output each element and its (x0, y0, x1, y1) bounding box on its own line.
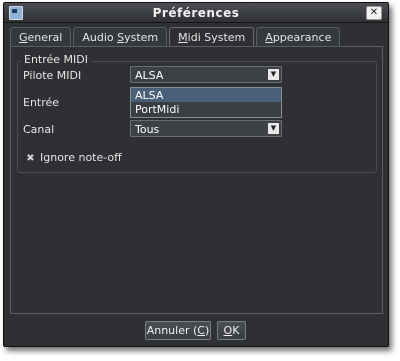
driver-option-alsa[interactable]: ALSA (131, 88, 281, 102)
chevron-down-icon: ▼ (268, 69, 279, 80)
tab-audio-post: ystem (124, 31, 159, 44)
ignore-noteoff-checkbox[interactable]: ✖ (26, 154, 35, 164)
ok-key: O (223, 324, 233, 337)
driver-select[interactable]: ALSA ▼ (130, 66, 282, 83)
window-title: Préférences (152, 6, 240, 20)
channel-select[interactable]: Tous ▼ (130, 120, 282, 137)
channel-label: Canal (23, 123, 55, 136)
close-button[interactable]: ✕ (366, 6, 382, 20)
tab-general-key: G (19, 31, 28, 44)
driver-select-value: ALSA (135, 69, 164, 82)
driver-dropdown-list: ALSA PortMidi (130, 87, 282, 118)
ignore-noteoff-label: Ignore note-off (40, 151, 122, 164)
cancel-key: C (197, 324, 205, 337)
driver-option-portmidi[interactable]: PortMidi (131, 102, 281, 116)
ok-post: K (232, 324, 240, 337)
tab-appearance-post: ppearance (272, 31, 332, 44)
driver-label: Pilote MIDI (23, 69, 82, 82)
tab-audio-system[interactable]: Audio System (73, 27, 168, 46)
input-label: Entrée (23, 96, 60, 109)
close-icon: ✕ (369, 7, 379, 18)
tab-midi-key: M (178, 31, 188, 44)
channel-select-value: Tous (135, 123, 160, 136)
tab-appearance-key: A (265, 31, 273, 44)
chevron-down-icon: ▼ (268, 123, 279, 134)
cancel-post: ) (204, 324, 210, 337)
titlebar: Préférences ✕ (4, 3, 388, 23)
tab-audio-pre: Audio (82, 31, 118, 44)
tab-midi-post: idi System (187, 31, 246, 44)
tab-bar: General Audio System Midi System Appeara… (10, 27, 342, 47)
midi-input-group-title: Entrée MIDI (21, 53, 91, 66)
cancel-pre: Annuler ( (146, 324, 198, 337)
tab-general[interactable]: General (10, 27, 72, 46)
tab-appearance[interactable]: Appearance (256, 27, 341, 46)
cancel-button[interactable]: Annuler (C) (145, 321, 211, 340)
tab-midi-system[interactable]: Midi System (169, 27, 255, 47)
tab-general-post: eneral (27, 31, 63, 44)
preferences-window: Préférences ✕ General Audio System Midi … (3, 2, 389, 347)
ok-button[interactable]: OK (217, 321, 246, 340)
